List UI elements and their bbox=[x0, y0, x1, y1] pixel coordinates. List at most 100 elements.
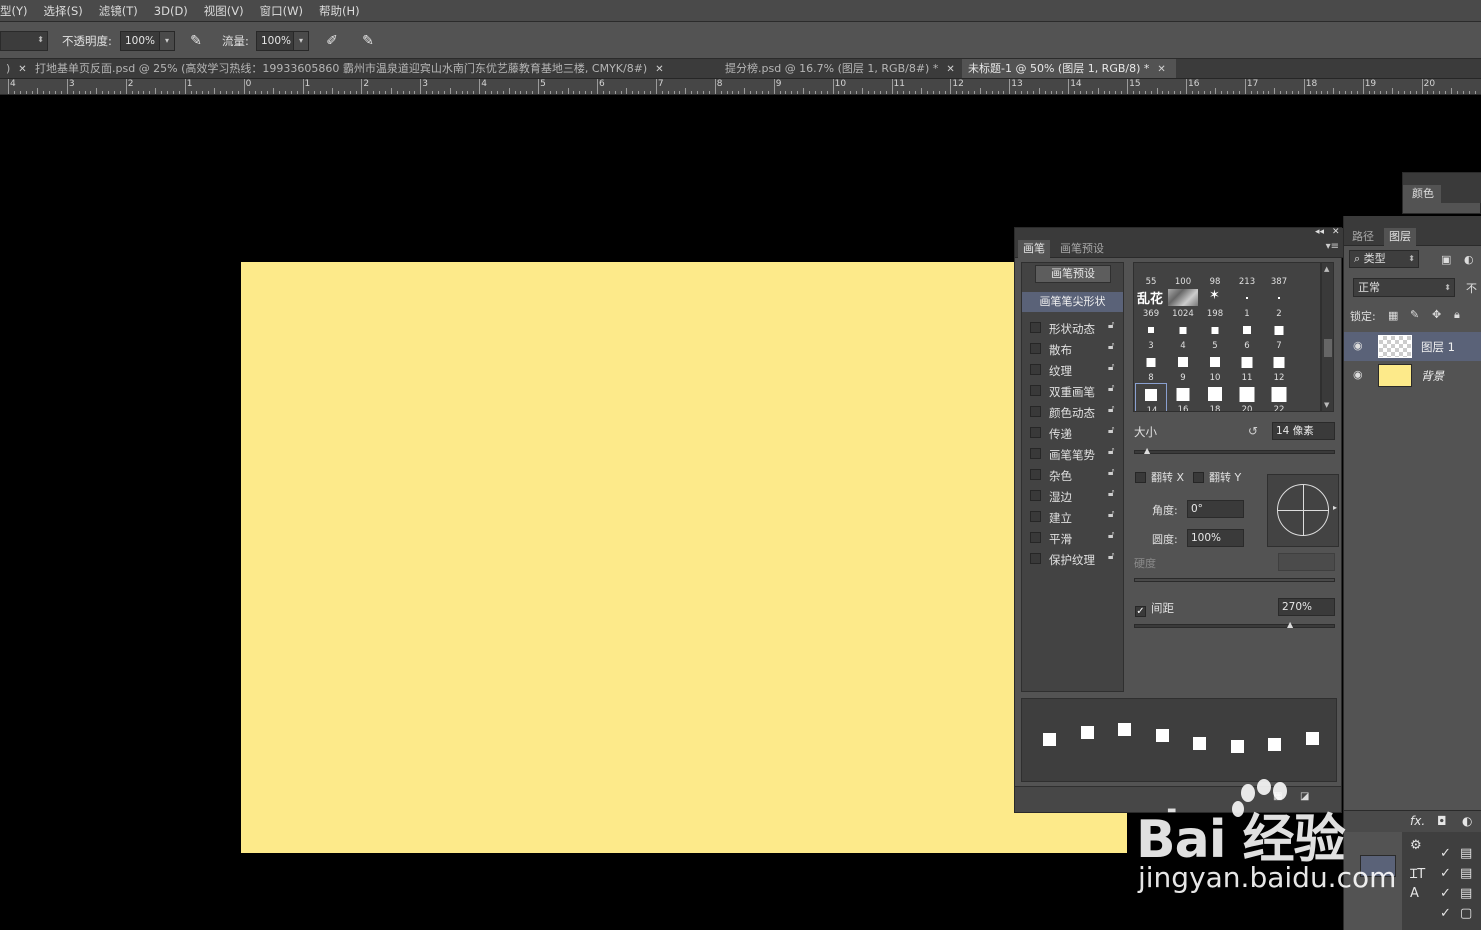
brush-tip-cell[interactable]: 2 bbox=[1263, 287, 1295, 319]
opacity-input[interactable]: 100% bbox=[120, 31, 160, 51]
tab-color[interactable]: 颜色 bbox=[1406, 185, 1440, 203]
brush-grid-scrollbar[interactable]: ▲ ▼ bbox=[1321, 262, 1334, 412]
tab-paths[interactable]: 路径 bbox=[1347, 228, 1379, 246]
brush-tip-cell[interactable]: 55 bbox=[1135, 263, 1167, 287]
lock-icon[interactable]: 🔓︎ bbox=[1108, 341, 1119, 354]
lock-icon[interactable]: 🔓︎ bbox=[1108, 530, 1119, 543]
brush-tip-cell[interactable]: 8 bbox=[1135, 351, 1167, 383]
layer-filter-dropdown[interactable]: ⌕ 类型 ⬍ bbox=[1349, 250, 1419, 268]
close-icon[interactable]: ✕ bbox=[655, 64, 663, 75]
adjustment-filter-icon[interactable]: ◐ bbox=[1464, 253, 1474, 266]
option-checkbox[interactable] bbox=[1030, 469, 1041, 480]
brush-tip-cell[interactable]: 12 bbox=[1263, 351, 1295, 383]
brush-tip-cell[interactable]: 4 bbox=[1167, 319, 1199, 351]
spacing-input[interactable]: 270% bbox=[1278, 598, 1335, 616]
resize-grip-icon[interactable]: ▬ bbox=[1167, 805, 1176, 816]
horizontal-ruler[interactable]: 4 3 2 1 0 1 2 3 4 5 6 7 8 9 10 11 12 13 14 15 16 17 18 19 20 bbox=[0, 79, 1481, 95]
panel-icon[interactable]: ▤ bbox=[1460, 886, 1472, 901]
toggle-preview-icon[interactable]: ▦ bbox=[1273, 791, 1282, 802]
brush-option-row[interactable]: 双重画笔 🔓︎ bbox=[1022, 381, 1123, 402]
panel-icon[interactable]: ▤ bbox=[1460, 866, 1472, 881]
visibility-eye-icon[interactable]: ◉ bbox=[1353, 339, 1363, 352]
brush-tip-cell[interactable]: 100 bbox=[1167, 263, 1199, 287]
brush-tip-cell[interactable]: 16 bbox=[1167, 383, 1199, 411]
tab-document-1[interactable]: 打地基单页反面.psd @ 25% (高效学习热线：19933605860 霸州… bbox=[29, 59, 719, 78]
tab-layers[interactable]: 图层 bbox=[1384, 228, 1416, 246]
brush-tip-cell[interactable]: 1 bbox=[1231, 287, 1263, 319]
option-checkbox[interactable] bbox=[1030, 343, 1041, 354]
angle-input[interactable]: 0° bbox=[1187, 500, 1244, 518]
menu-item[interactable]: 选择(S) bbox=[36, 0, 91, 22]
brush-tip-shape-item[interactable]: 画笔笔尖形状 bbox=[1022, 292, 1123, 312]
brush-tip-cell[interactable]: 213 bbox=[1231, 263, 1263, 287]
lock-icon[interactable]: 🔓︎ bbox=[1108, 362, 1119, 375]
brush-tip-cell[interactable]: 3 bbox=[1135, 319, 1167, 351]
collapse-icon[interactable]: ◂◂ bbox=[1315, 227, 1324, 237]
layer-row-layer1[interactable]: ◉ 图层 1 bbox=[1344, 332, 1481, 361]
new-preset-icon[interactable]: ◪ bbox=[1300, 791, 1309, 802]
lock-icon[interactable]: 🔓︎ bbox=[1108, 488, 1119, 501]
check-icon[interactable]: ✓ bbox=[1440, 866, 1451, 881]
fx-icon[interactable]: fx. bbox=[1410, 814, 1425, 828]
lock-pixels-icon[interactable]: ✎ bbox=[1410, 308, 1419, 321]
layer-name[interactable]: 图层 1 bbox=[1421, 339, 1455, 355]
option-checkbox[interactable] bbox=[1030, 364, 1041, 375]
menu-item[interactable]: 型(Y) bbox=[0, 0, 36, 22]
close-icon[interactable]: ✕ bbox=[1332, 227, 1340, 237]
brush-angle-dial[interactable]: ▸ bbox=[1267, 474, 1339, 547]
slider-knob[interactable]: ▲ bbox=[1144, 446, 1150, 455]
blend-mode-dropdown[interactable]: 正常 ⬍ bbox=[1353, 278, 1455, 297]
airbrush-icon[interactable]: ✐ bbox=[323, 32, 341, 50]
brush-tip-cell[interactable]: 18 bbox=[1199, 383, 1231, 411]
scroll-up-icon[interactable]: ▲ bbox=[1324, 265, 1329, 273]
option-checkbox[interactable] bbox=[1030, 511, 1041, 522]
layer-name[interactable]: 背景 bbox=[1421, 368, 1444, 384]
add-mask-icon[interactable]: ◘ bbox=[1437, 814, 1447, 828]
brush-tip-cell[interactable]: 9 bbox=[1167, 351, 1199, 383]
brush-option-row[interactable]: 建立 🔓︎ bbox=[1022, 507, 1123, 528]
option-checkbox[interactable] bbox=[1030, 406, 1041, 417]
settings-icon[interactable]: ⚙ bbox=[1410, 838, 1422, 853]
brush-tip-cell[interactable]: 1024 bbox=[1167, 287, 1199, 319]
option-checkbox[interactable] bbox=[1030, 322, 1041, 333]
image-filter-icon[interactable]: ▣ bbox=[1441, 253, 1451, 266]
option-checkbox[interactable] bbox=[1030, 448, 1041, 459]
character-style-icon[interactable]: A bbox=[1410, 886, 1419, 901]
menu-item[interactable]: 3D(D) bbox=[146, 0, 196, 22]
menu-item[interactable]: 帮助(H) bbox=[311, 0, 368, 22]
flow-input[interactable]: 100% bbox=[256, 31, 294, 51]
brush-tip-grid[interactable]: 55 100 98 213 387 乱花 369 1024 ✶ 198 1 2 3 4 5 6 7 8 9 10 11 1… bbox=[1133, 262, 1321, 412]
brush-tip-cell[interactable]: 11 bbox=[1231, 351, 1263, 383]
menu-item[interactable]: 视图(V) bbox=[196, 0, 252, 22]
lock-icon[interactable]: 🔓︎ bbox=[1108, 320, 1119, 333]
roundness-input[interactable]: 100% bbox=[1187, 529, 1244, 547]
lock-icon[interactable]: 🔓︎ bbox=[1108, 467, 1119, 480]
brush-option-row[interactable]: 传递 🔓︎ bbox=[1022, 423, 1123, 444]
brush-tip-cell[interactable]: 7 bbox=[1263, 319, 1295, 351]
spacing-checkbox[interactable]: ✓ 间距 bbox=[1135, 600, 1174, 617]
brush-tip-cell[interactable]: 乱花 369 bbox=[1135, 287, 1167, 319]
menu-item[interactable]: 滤镜(T) bbox=[91, 0, 146, 22]
lock-icon[interactable]: 🔓︎ bbox=[1108, 425, 1119, 438]
brush-option-row[interactable]: 颜色动态 🔓︎ bbox=[1022, 402, 1123, 423]
option-checkbox[interactable] bbox=[1030, 385, 1041, 396]
tab-brush-presets[interactable]: 画笔预设 bbox=[1055, 240, 1109, 258]
flip-x-checkbox[interactable]: 翻转 X bbox=[1135, 469, 1184, 485]
opacity-dropdown[interactable]: ▾ bbox=[159, 31, 175, 51]
panel-menu-icon[interactable]: ▾≡ bbox=[1326, 241, 1339, 252]
brush-tip-cell[interactable]: 14 bbox=[1135, 383, 1167, 411]
check-icon[interactable]: ✓ bbox=[1440, 886, 1451, 901]
close-icon[interactable]: ✕ bbox=[946, 64, 954, 75]
brush-option-row[interactable]: 画笔笔势 🔓︎ bbox=[1022, 444, 1123, 465]
pressure-opacity-icon[interactable]: ✎ bbox=[187, 32, 205, 50]
size-slider[interactable]: ▲ bbox=[1134, 446, 1335, 455]
brush-option-row[interactable]: 散布 🔓︎ bbox=[1022, 339, 1123, 360]
lock-icon[interactable]: 🔓︎ bbox=[1108, 383, 1119, 396]
adjustment-layer-icon[interactable]: ◐ bbox=[1462, 814, 1472, 828]
brush-tip-cell[interactable]: ✶ 198 bbox=[1199, 287, 1231, 319]
brush-presets-button[interactable]: 画笔预设 bbox=[1035, 265, 1111, 283]
scroll-thumb[interactable] bbox=[1324, 339, 1332, 357]
lock-icon[interactable]: 🔓︎ bbox=[1108, 509, 1119, 522]
brush-tip-cell[interactable]: 10 bbox=[1199, 351, 1231, 383]
lock-icon[interactable]: 🔓︎ bbox=[1108, 404, 1119, 417]
